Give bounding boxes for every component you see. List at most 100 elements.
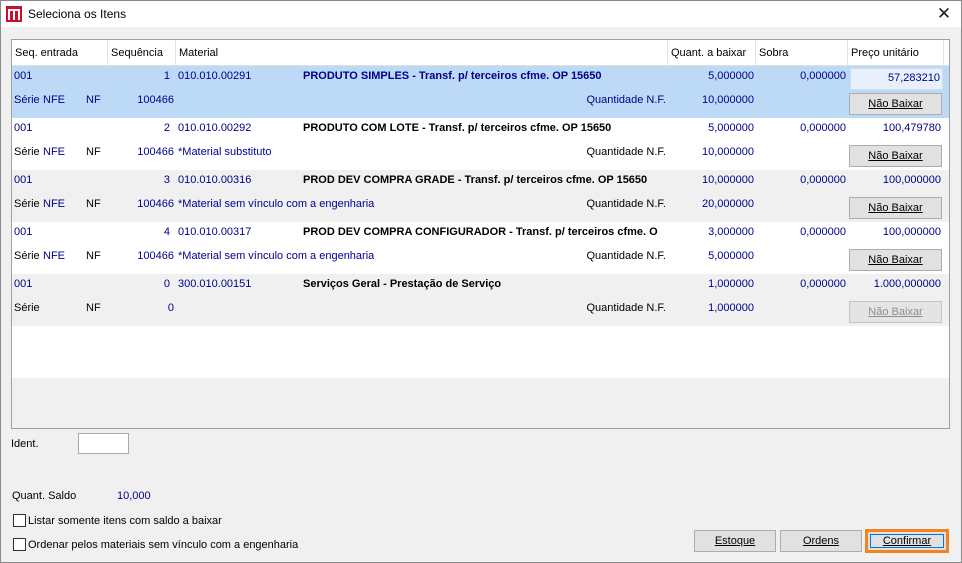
material-description-cell: PRODUTO SIMPLES - Transf. p/ terceiros c…	[303, 70, 602, 82]
sequencia-cell: 4	[163, 226, 170, 238]
quantidade-nf-label: Quantidade N.F.	[586, 198, 667, 210]
nf-value: 100466	[137, 250, 174, 262]
nf-label: NF	[86, 250, 101, 262]
items-grid[interactable]: Seq. entrada Sequência Material Quant. a…	[11, 39, 950, 429]
col-header-sobra[interactable]: Sobra	[756, 40, 848, 66]
preco-unitario-cell[interactable]: 100,000000	[848, 222, 941, 242]
estoque-button[interactable]: Estoque	[694, 530, 776, 552]
material-note: *Material sem vínculo com a engenharia	[178, 198, 375, 210]
sequencia-cell: 2	[163, 122, 170, 134]
material-description-cell: Serviços Geral - Prestação de Serviço	[303, 278, 502, 290]
table-row[interactable]: 001 4 010.010.00317 PROD DEV COMPRA CONF…	[12, 222, 949, 274]
table-row[interactable]: 001 2 010.010.00292 PRODUTO COM LOTE - T…	[12, 118, 949, 170]
focus-ring	[870, 534, 944, 548]
confirmar-button[interactable]: Confirmar	[865, 529, 949, 553]
nao-baixar-button[interactable]: Não Baixar	[849, 249, 942, 271]
saldo-filter-checkbox[interactable]	[13, 514, 26, 527]
quantidade-nf-value: 20,000000	[702, 198, 754, 210]
nf-value: 100466	[137, 146, 174, 158]
serie-value: NFE	[43, 146, 65, 158]
sequencia-cell: 1	[163, 70, 170, 82]
quantidade-nf-label: Quantidade N.F.	[586, 302, 667, 314]
quant-baixar-cell: 5,000000	[708, 122, 754, 134]
material-code-cell: 010.010.00292	[178, 122, 252, 134]
title-bar: Seleciona os Itens ✕	[1, 1, 961, 27]
quantidade-nf-value: 5,000000	[708, 250, 754, 262]
quant-baixar-cell: 3,000000	[708, 226, 754, 238]
preco-unitario-cell[interactable]: 100,000000	[848, 170, 941, 190]
serie-label: Série	[14, 146, 40, 158]
preco-unitario-input[interactable]: 57,283210	[850, 68, 943, 90]
close-icon[interactable]: ✕	[933, 3, 955, 25]
quant-baixar-cell: 10,000000	[702, 174, 754, 186]
seq-entrada-cell: 001	[14, 174, 33, 186]
table-row[interactable]: 001 1 010.010.00291 PRODUTO SIMPLES - Tr…	[12, 66, 949, 118]
material-code-cell: 300.010.00151	[178, 278, 252, 290]
nf-label: NF	[86, 198, 101, 210]
grid-body: Seq. entrada Sequência Material Quant. a…	[12, 40, 949, 378]
col-header-seq-entrada[interactable]: Seq. entrada	[12, 40, 108, 66]
dialog-window: Seleciona os Itens ✕ Seq. entrada Sequên…	[0, 0, 962, 563]
serie-label: Série	[14, 94, 40, 106]
app-logo-icon	[6, 6, 22, 22]
quant-saldo-value: 10,000	[117, 490, 151, 502]
order-materials-checkbox[interactable]	[13, 538, 26, 551]
seq-entrada-cell: 001	[14, 70, 33, 82]
nf-value: 100466	[137, 94, 174, 106]
material-note: *Material sem vínculo com a engenharia	[178, 250, 375, 262]
seq-entrada-cell: 001	[14, 226, 33, 238]
nf-label: NF	[86, 94, 101, 106]
serie-label: Série	[14, 198, 40, 210]
nao-baixar-button[interactable]: Não Baixar	[849, 197, 942, 219]
seq-entrada-cell: 001	[14, 122, 33, 134]
window-title: Seleciona os Itens	[28, 7, 127, 21]
nf-value: 0	[167, 302, 174, 314]
quantidade-nf-label: Quantidade N.F.	[586, 94, 667, 106]
col-header-quant-baixar[interactable]: Quant. a baixar	[668, 40, 756, 66]
col-header-preco-unitario[interactable]: Preço unitário	[848, 40, 944, 66]
quantidade-nf-label: Quantidade N.F.	[586, 250, 667, 262]
serie-label: Série	[14, 250, 40, 262]
serie-value: NFE	[43, 94, 65, 106]
ordens-button-label: Ordens	[802, 535, 840, 547]
col-header-sequencia[interactable]: Sequência	[108, 40, 176, 66]
ident-label: Ident.	[11, 438, 39, 450]
order-materials-label[interactable]: Ordenar pelos materiais sem vínculo com …	[28, 539, 298, 551]
ordens-button[interactable]: Ordens	[780, 530, 862, 552]
material-description-cell: PRODUTO COM LOTE - Transf. p/ terceiros …	[303, 122, 612, 134]
nf-label: NF	[86, 302, 101, 314]
nao-baixar-button[interactable]: Não Baixar	[849, 145, 942, 167]
serie-value: NFE	[43, 198, 65, 210]
preco-unitario-cell[interactable]: 100,479780	[848, 118, 941, 138]
quantidade-nf-value: 10,000000	[702, 94, 754, 106]
ident-input[interactable]	[78, 433, 129, 454]
col-header-material[interactable]: Material	[176, 40, 668, 66]
serie-value: NFE	[43, 250, 65, 262]
estoque-button-label: Estoque	[714, 535, 756, 547]
seq-entrada-cell: 001	[14, 278, 33, 290]
sobra-cell: 0,000000	[800, 226, 846, 238]
sobra-cell: 0,000000	[800, 122, 846, 134]
saldo-filter-label[interactable]: Listar somente itens com saldo a baixar	[28, 515, 222, 527]
nf-label: NF	[86, 146, 101, 158]
nao-baixar-button[interactable]: Não Baixar	[849, 93, 942, 115]
quant-baixar-cell: 1,000000	[708, 278, 754, 290]
nf-value: 100466	[137, 198, 174, 210]
sequencia-cell: 3	[163, 174, 170, 186]
quantidade-nf-label: Quantidade N.F.	[586, 146, 667, 158]
table-row[interactable]: 001 0 300.010.00151 Serviços Geral - Pre…	[12, 274, 949, 326]
quantidade-nf-value: 1,000000	[708, 302, 754, 314]
material-description-cell: PROD DEV COMPRA GRADE - Transf. p/ terce…	[303, 174, 648, 186]
grid-header: Seq. entrada Sequência Material Quant. a…	[12, 40, 949, 66]
quant-baixar-cell: 5,000000	[708, 70, 754, 82]
material-code-cell: 010.010.00317	[178, 226, 252, 238]
quantidade-nf-value: 10,000000	[702, 146, 754, 158]
sequencia-cell: 0	[163, 278, 170, 290]
sobra-cell: 0,000000	[800, 174, 846, 186]
nao-baixar-button: Não Baixar	[849, 301, 942, 323]
material-code-cell: 010.010.00291	[178, 70, 252, 82]
sobra-cell: 0,000000	[800, 70, 846, 82]
table-row[interactable]: 001 3 010.010.00316 PROD DEV COMPRA GRAD…	[12, 170, 949, 222]
serie-label: Série	[14, 302, 40, 314]
preco-unitario-cell[interactable]: 1.000,000000	[848, 274, 941, 294]
